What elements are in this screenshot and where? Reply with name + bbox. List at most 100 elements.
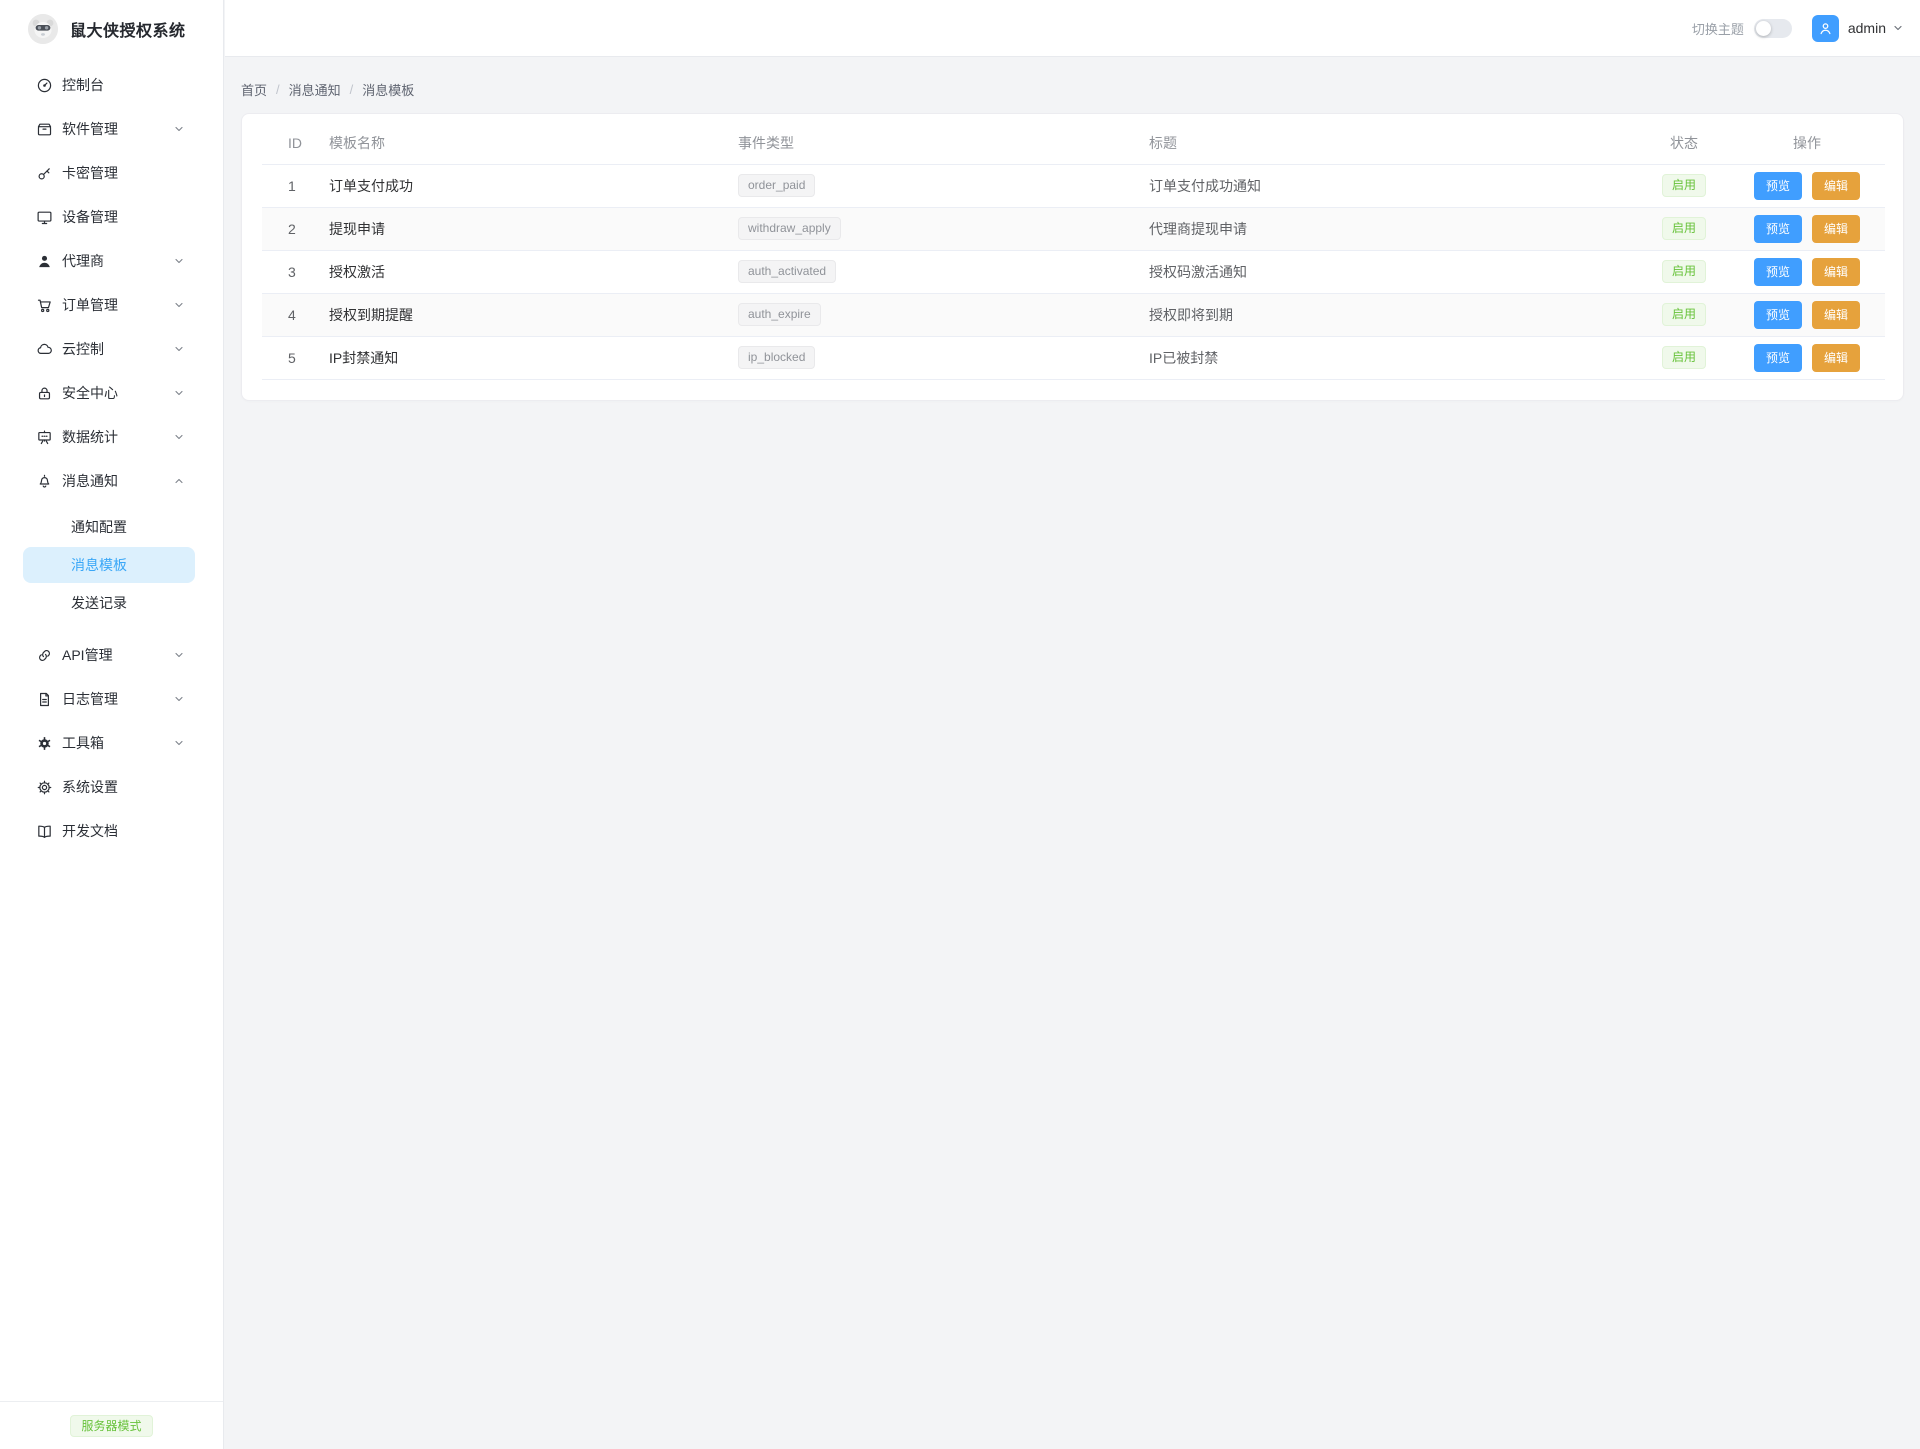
status-badge: 启用 bbox=[1662, 346, 1706, 369]
gear-icon bbox=[36, 779, 53, 796]
sidebar-item-label: 数据统计 bbox=[62, 427, 173, 447]
breadcrumb-notify[interactable]: 消息通知 bbox=[289, 80, 341, 99]
preview-button[interactable]: 预览 bbox=[1754, 172, 1802, 200]
chevron-down-icon bbox=[173, 649, 185, 661]
edit-button[interactable]: 编辑 bbox=[1812, 258, 1860, 286]
row-id: 1 bbox=[262, 164, 329, 207]
chevron-up-icon bbox=[173, 475, 185, 487]
event-type-tag: order_paid bbox=[738, 174, 815, 197]
sidebar-item-label: 开发文档 bbox=[62, 821, 185, 841]
row-id: 4 bbox=[262, 293, 329, 336]
chevron-down-icon bbox=[173, 343, 185, 355]
breadcrumb-current: 消息模板 bbox=[362, 80, 414, 99]
row-actions: 预览编辑 bbox=[1729, 344, 1885, 372]
table-header-row: ID 模板名称 事件类型 标题 状态 操作 bbox=[262, 122, 1885, 164]
sidebar-item-log[interactable]: 日志管理 bbox=[0, 677, 223, 721]
theme-toggle-switch[interactable] bbox=[1754, 19, 1792, 38]
sidebar-subitem-message-template[interactable]: 消息模板 bbox=[23, 547, 195, 583]
sidebar-subitem-label: 消息模板 bbox=[71, 555, 127, 575]
sidebar-item-notify[interactable]: 消息通知 bbox=[0, 459, 223, 503]
sidebar-subitem-label: 发送记录 bbox=[71, 593, 127, 613]
event-type-tag: withdraw_apply bbox=[738, 217, 841, 240]
col-header-status: 状态 bbox=[1639, 122, 1729, 164]
monitor-icon bbox=[36, 209, 53, 226]
table-row: 2提现申请withdraw_apply代理商提现申请启用预览编辑 bbox=[262, 207, 1885, 250]
sidebar-subitem-send-record[interactable]: 发送记录 bbox=[23, 585, 195, 621]
edit-button[interactable]: 编辑 bbox=[1812, 215, 1860, 243]
row-actions: 预览编辑 bbox=[1729, 215, 1885, 243]
template-title: 代理商提现申请 bbox=[1149, 207, 1639, 250]
sidebar-footer: 服务器模式 bbox=[0, 1401, 223, 1449]
table-body: 1订单支付成功order_paid订单支付成功通知启用预览编辑2提现申请with… bbox=[262, 164, 1885, 379]
tools-icon bbox=[36, 735, 53, 752]
edit-button[interactable]: 编辑 bbox=[1812, 172, 1860, 200]
sidebar-item-label: 工具箱 bbox=[62, 733, 173, 753]
template-name: 提现申请 bbox=[329, 207, 738, 250]
header-right: 切换主题 admin bbox=[1692, 15, 1904, 42]
preview-button[interactable]: 预览 bbox=[1754, 301, 1802, 329]
row-id: 3 bbox=[262, 250, 329, 293]
sidebar-item-cloud[interactable]: 云控制 bbox=[0, 327, 223, 371]
breadcrumb-home[interactable]: 首页 bbox=[241, 80, 267, 99]
status-badge: 启用 bbox=[1662, 174, 1706, 197]
col-header-title: 标题 bbox=[1149, 122, 1639, 164]
template-table-card: ID 模板名称 事件类型 标题 状态 操作 1订单支付成功order_paid订… bbox=[241, 113, 1904, 401]
sidebar-item-software[interactable]: 软件管理 bbox=[0, 107, 223, 151]
sidebar-item-settings[interactable]: 系统设置 bbox=[0, 765, 223, 809]
chevron-down-icon bbox=[173, 387, 185, 399]
sidebar-item-stats[interactable]: 数据统计 bbox=[0, 415, 223, 459]
chevron-down-icon bbox=[173, 737, 185, 749]
edit-button[interactable]: 编辑 bbox=[1812, 344, 1860, 372]
row-actions: 预览编辑 bbox=[1729, 258, 1885, 286]
user-menu[interactable]: admin bbox=[1792, 15, 1904, 42]
preview-button[interactable]: 预览 bbox=[1754, 344, 1802, 372]
chevron-down-icon bbox=[173, 693, 185, 705]
chevron-down-icon bbox=[1892, 22, 1904, 34]
link-icon bbox=[36, 647, 53, 664]
edit-button[interactable]: 编辑 bbox=[1812, 301, 1860, 329]
col-header-id: ID bbox=[262, 122, 329, 164]
sidebar-item-label: 代理商 bbox=[62, 251, 173, 271]
lock-icon bbox=[36, 385, 53, 402]
sidebar-item-docs[interactable]: 开发文档 bbox=[0, 809, 223, 853]
box-icon bbox=[36, 121, 53, 138]
sidebar-item-api[interactable]: API管理 bbox=[0, 633, 223, 677]
chevron-down-icon bbox=[173, 299, 185, 311]
row-actions: 预览编辑 bbox=[1729, 301, 1885, 329]
table-row: 1订单支付成功order_paid订单支付成功通知启用预览编辑 bbox=[262, 164, 1885, 207]
sidebar: 鼠大侠授权系统 控制台软件管理卡密管理设备管理代理商订单管理云控制安全中心数据统… bbox=[0, 0, 224, 1449]
row-id: 5 bbox=[262, 336, 329, 379]
chevron-down-icon bbox=[173, 431, 185, 443]
col-header-actions: 操作 bbox=[1729, 122, 1885, 164]
sidebar-item-device[interactable]: 设备管理 bbox=[0, 195, 223, 239]
sidebar-item-label: 软件管理 bbox=[62, 119, 173, 139]
sidebar-item-label: 安全中心 bbox=[62, 383, 173, 403]
template-title: 授权码激活通知 bbox=[1149, 250, 1639, 293]
toggle-knob bbox=[1756, 21, 1771, 36]
cloud-icon bbox=[36, 341, 53, 358]
preview-button[interactable]: 预览 bbox=[1754, 258, 1802, 286]
sidebar-item-order[interactable]: 订单管理 bbox=[0, 283, 223, 327]
sidebar-subitem-notify-config[interactable]: 通知配置 bbox=[23, 509, 195, 545]
row-actions: 预览编辑 bbox=[1729, 172, 1885, 200]
sidebar-item-toolbox[interactable]: 工具箱 bbox=[0, 721, 223, 765]
top-header: 切换主题 admin bbox=[225, 0, 1920, 57]
col-header-event: 事件类型 bbox=[738, 122, 1149, 164]
sidebar-item-cardkey[interactable]: 卡密管理 bbox=[0, 151, 223, 195]
sidebar-item-label: 云控制 bbox=[62, 339, 173, 359]
sidebar-item-label: 卡密管理 bbox=[62, 163, 185, 183]
sidebar-item-label: 订单管理 bbox=[62, 295, 173, 315]
breadcrumb-separator: / bbox=[276, 82, 280, 97]
template-name: 授权激活 bbox=[329, 250, 738, 293]
sidebar-item-security[interactable]: 安全中心 bbox=[0, 371, 223, 415]
sidebar-item-agent[interactable]: 代理商 bbox=[0, 239, 223, 283]
sidebar-item-dashboard[interactable]: 控制台 bbox=[0, 63, 223, 107]
theme-toggle-label: 切换主题 bbox=[1692, 19, 1744, 38]
preview-button[interactable]: 预览 bbox=[1754, 215, 1802, 243]
chevron-down-icon bbox=[173, 123, 185, 135]
bell-icon bbox=[36, 473, 53, 490]
template-table: ID 模板名称 事件类型 标题 状态 操作 1订单支付成功order_paid订… bbox=[262, 122, 1885, 380]
status-badge: 启用 bbox=[1662, 260, 1706, 283]
table-row: 5IP封禁通知ip_blockedIP已被封禁启用预览编辑 bbox=[262, 336, 1885, 379]
sidebar-submenu-notify: 通知配置消息模板发送记录 bbox=[0, 503, 223, 633]
